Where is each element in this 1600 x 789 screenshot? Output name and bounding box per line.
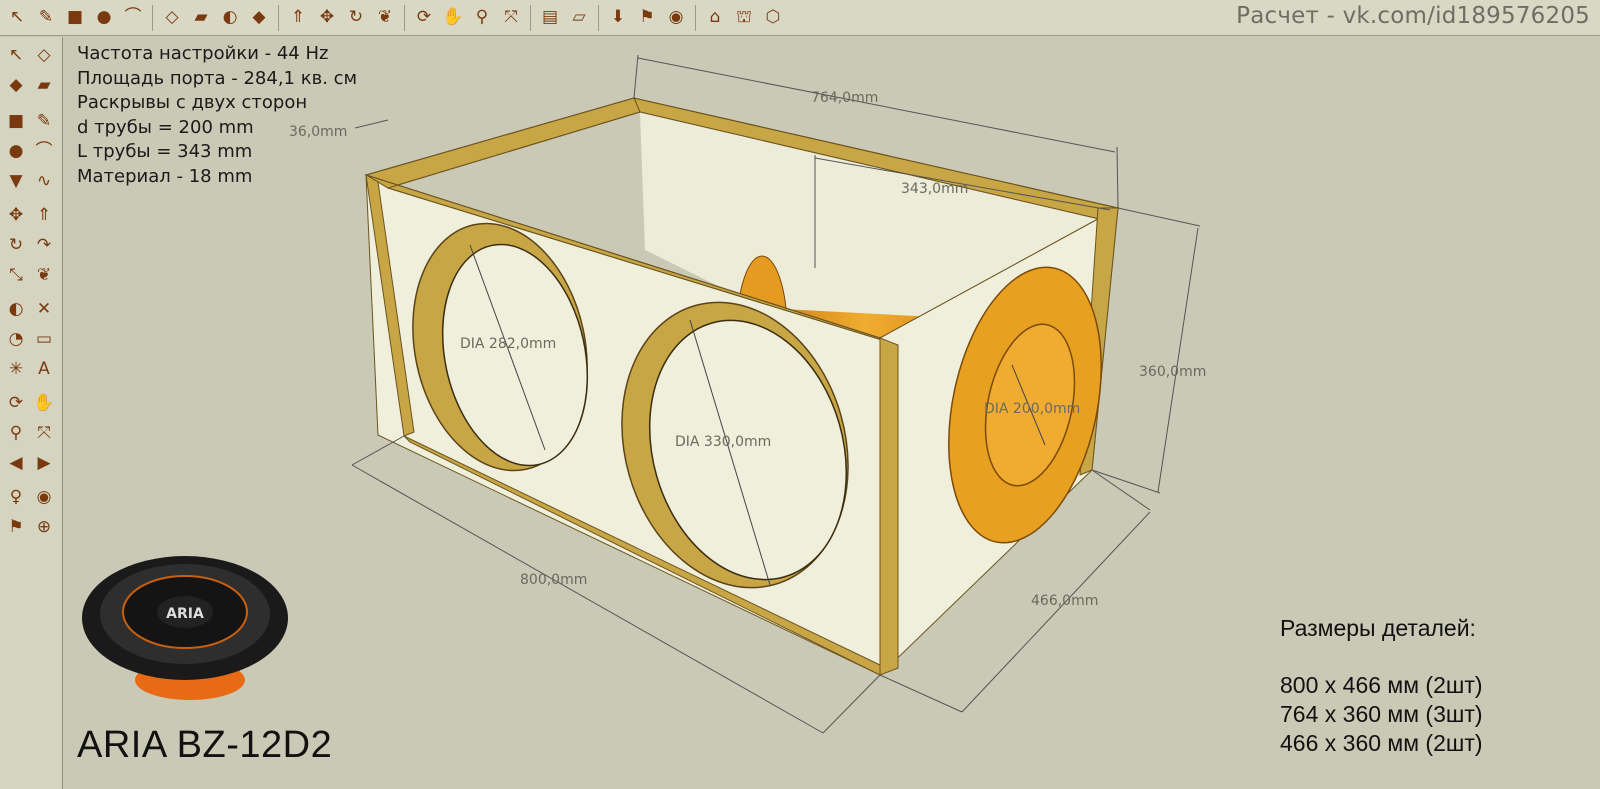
- parts-list: Размеры деталей: 800 x 466 мм (2шт) 764 …: [1280, 614, 1483, 758]
- rotate-icon[interactable]: ↻: [343, 5, 369, 31]
- part-item: 764 x 360 мм (3шт): [1280, 701, 1483, 727]
- dimension-depth-bottom: 466,0mm: [1031, 593, 1098, 609]
- select-icon[interactable]: ↖: [3, 42, 29, 68]
- port-area: Площадь порта - 284,1 кв. см: [77, 67, 358, 89]
- warehouse-icon[interactable]: ⌂: [702, 5, 728, 31]
- tube-diameter: d трубы = 200 mm: [77, 116, 254, 138]
- zoom-icon[interactable]: ⚲: [469, 5, 495, 31]
- polygon-icon[interactable]: ▼: [3, 168, 29, 194]
- move-icon[interactable]: ✥: [3, 202, 29, 228]
- position-camera-icon[interactable]: ⬇: [605, 5, 631, 31]
- share-model-icon[interactable]: ⬡: [760, 5, 786, 31]
- push-pull-icon[interactable]: ⇑: [31, 202, 57, 228]
- eraser-icon[interactable]: ▰: [188, 5, 214, 31]
- arc-icon[interactable]: ⌒: [120, 5, 146, 31]
- move-icon[interactable]: ✥: [314, 5, 340, 31]
- toolbar-divider: [695, 4, 696, 31]
- follow-me-icon[interactable]: ↷: [31, 232, 57, 258]
- previous-icon[interactable]: ◀: [3, 450, 29, 476]
- parts-title: Размеры деталей:: [1280, 615, 1476, 641]
- flare-note: Раскрывы с двух сторон: [77, 92, 308, 114]
- part-item: 800 x 466 мм (2шт): [1280, 672, 1483, 698]
- look-around-icon[interactable]: ◉: [31, 484, 57, 510]
- dimension-port-dia: DIA 200,0mm: [984, 401, 1080, 417]
- pencil-icon[interactable]: ✎: [33, 5, 59, 31]
- text-icon[interactable]: ▱: [566, 5, 592, 31]
- 3d-text-icon[interactable]: A: [31, 356, 57, 382]
- circle-icon[interactable]: ●: [3, 138, 29, 164]
- dimension-height: 360,0mm: [1139, 364, 1206, 380]
- orbit-icon[interactable]: ⟳: [411, 5, 437, 31]
- tape-icon[interactable]: ◐: [217, 5, 243, 31]
- spec-list: Частота настройки - 44 Hz Площадь порта …: [77, 42, 357, 190]
- dimension-hole-2: DIA 330,0mm: [675, 434, 771, 450]
- get-models-icon[interactable]: ⛫: [731, 5, 757, 31]
- toolbar-divider: [152, 4, 153, 31]
- dimension-depth-top: 764,0mm: [811, 90, 878, 106]
- dimension-icon[interactable]: ✕: [31, 296, 57, 322]
- toolbar-divider: [404, 4, 405, 31]
- freehand-icon[interactable]: ∿: [31, 168, 57, 194]
- dimension-hole-1: DIA 282,0mm: [460, 336, 556, 352]
- axes-icon[interactable]: ✳: [3, 356, 29, 382]
- position-camera-icon[interactable]: ♀: [3, 484, 29, 510]
- dimension-width: 800,0mm: [520, 572, 587, 588]
- follow-me-icon[interactable]: ❦: [372, 5, 398, 31]
- pan-icon[interactable]: ✋: [440, 5, 466, 31]
- zoom-window-icon[interactable]: ⤧: [31, 420, 57, 446]
- top-toolbar: ↖ ✎ ■ ● ⌒ ◇ ▰ ◐ ◆ ⇑ ✥ ↻ ❦ ⟳ ✋ ⚲ ⤧ ▤ ▱ ⬇ …: [0, 0, 1600, 36]
- speaker-logo: ARIA: [166, 606, 204, 622]
- arc-icon[interactable]: ⌒: [31, 138, 57, 164]
- protractor-icon[interactable]: ◔: [3, 326, 29, 352]
- orbit-icon[interactable]: ⟳: [3, 390, 29, 416]
- circle-icon[interactable]: ●: [91, 5, 117, 31]
- walk-icon[interactable]: ⚑: [634, 5, 660, 31]
- scale-icon[interactable]: ⤡: [3, 262, 29, 288]
- author-credit: Расчет - vk.com/id189576205: [1236, 3, 1590, 29]
- component-icon[interactable]: ◇: [159, 5, 185, 31]
- offset-icon[interactable]: ❦: [31, 262, 57, 288]
- dimension-tube-length: 343,0mm: [901, 181, 968, 197]
- left-top-edge: [364, 97, 641, 189]
- right-panel-edge: [879, 337, 899, 676]
- look-icon[interactable]: ◉: [663, 5, 689, 31]
- tube-length: L трубы = 343 mm: [77, 141, 253, 163]
- select-icon[interactable]: ↖: [4, 5, 30, 31]
- text-icon[interactable]: ▭: [31, 326, 57, 352]
- section-icon[interactable]: ⊕: [31, 514, 57, 540]
- paint-bucket-icon[interactable]: ◆: [246, 5, 272, 31]
- rectangle-icon[interactable]: ■: [62, 5, 88, 31]
- component-icon[interactable]: ◇: [31, 42, 57, 68]
- model-name: ARIA BZ-12D2: [77, 724, 333, 766]
- tape-icon[interactable]: ◐: [3, 296, 29, 322]
- part-item: 466 x 360 мм (2шт): [1280, 730, 1483, 756]
- walk-icon[interactable]: ⚑: [3, 514, 29, 540]
- section-icon[interactable]: ▤: [537, 5, 563, 31]
- tuning-frequency: Частота настройки - 44 Hz: [77, 43, 329, 64]
- zoom-icon[interactable]: ⚲: [3, 420, 29, 446]
- pan-icon[interactable]: ✋: [31, 390, 57, 416]
- zoom-extents-icon[interactable]: ⤧: [498, 5, 524, 31]
- push-pull-icon[interactable]: ⇑: [285, 5, 311, 31]
- paint-icon[interactable]: ◆: [3, 72, 29, 98]
- toolbar-divider: [278, 4, 279, 31]
- rectangle-icon[interactable]: ■: [3, 108, 29, 134]
- rotate-icon[interactable]: ↻: [3, 232, 29, 258]
- toolbar-divider: [530, 4, 531, 31]
- eraser-icon[interactable]: ▰: [31, 72, 57, 98]
- next-icon[interactable]: ▶: [31, 450, 57, 476]
- left-toolbar: ↖ ◇ ◆ ▰ ■ ✎ ● ⌒ ▼ ∿ ✥ ⇑ ↻ ↷ ⤡ ❦ ◐ ✕ ◔ ▭ …: [0, 37, 63, 789]
- toolbar-divider: [598, 4, 599, 31]
- line-icon[interactable]: ✎: [31, 108, 57, 134]
- subwoofer-image: ARIA: [82, 556, 288, 700]
- material-thickness: Материал - 18 mm: [77, 165, 253, 187]
